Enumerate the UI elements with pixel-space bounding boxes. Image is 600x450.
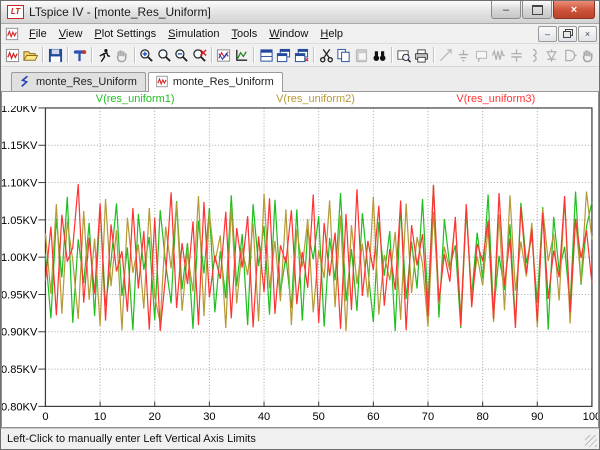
maximize-button[interactable]	[522, 1, 552, 19]
menu-file[interactable]: File	[23, 26, 53, 42]
tab-label: monte_Res_Uniform	[173, 76, 274, 88]
paste-icon	[353, 45, 371, 65]
close-button[interactable]: ×	[553, 1, 595, 19]
toolbar	[1, 44, 599, 67]
tab-bar: monte_Res_Uniform monte_Res_Uniform	[1, 67, 599, 92]
open-file-icon[interactable]	[22, 45, 40, 65]
svg-text:1.00KV: 1.00KV	[2, 252, 38, 264]
status-bar: Left-Click to manually enter Left Vertic…	[1, 428, 599, 449]
menu-view[interactable]: View	[53, 26, 89, 42]
legend-trace-2[interactable]: V(res_uniform2)	[225, 92, 405, 106]
svg-text:80: 80	[476, 411, 488, 423]
svg-text:1.10KV: 1.10KV	[2, 178, 38, 190]
zoom-area-icon[interactable]	[155, 45, 173, 65]
ltspice-window: LT LTspice IV - [monte_Res_Uniform] – × …	[0, 0, 600, 450]
copy-icon[interactable]	[335, 45, 353, 65]
maximize-icon	[532, 5, 543, 15]
print-preview-icon[interactable]	[395, 45, 413, 65]
legend-trace-3[interactable]: V(res_uniform3)	[406, 92, 586, 106]
wire-icon	[437, 45, 455, 65]
active-document-icon	[5, 27, 19, 41]
diode-icon	[543, 45, 561, 65]
svg-text:0: 0	[42, 411, 48, 423]
app-logo-icon: LT	[7, 5, 24, 19]
svg-text:20: 20	[149, 411, 161, 423]
menu-bar: File View Plot Settings Simulation Tools…	[1, 24, 599, 44]
zoom-full-extents-icon[interactable]	[191, 45, 209, 65]
waveform-pane: V(res_uniform1) V(res_uniform2) V(res_un…	[1, 92, 599, 428]
ground-icon	[455, 45, 473, 65]
toolbar-separator	[313, 47, 314, 63]
svg-text:1.15KV: 1.15KV	[2, 140, 38, 152]
capacitor-icon	[508, 45, 526, 65]
svg-text:0.90KV: 0.90KV	[2, 327, 38, 339]
child-close-button[interactable]: ×	[578, 26, 597, 42]
tab-waveform[interactable]: monte_Res_Uniform	[148, 72, 283, 92]
svg-text:90: 90	[531, 411, 543, 423]
component-icon	[561, 45, 579, 65]
save-icon[interactable]	[46, 45, 64, 65]
resistor-icon	[490, 45, 508, 65]
menu-simulation[interactable]: Simulation	[162, 26, 225, 42]
svg-text:60: 60	[367, 411, 379, 423]
toolbar-separator	[211, 47, 212, 63]
drag-icon	[578, 45, 596, 65]
tile-windows-icon[interactable]	[257, 45, 275, 65]
menu-help[interactable]: Help	[314, 26, 349, 42]
zoom-out-icon[interactable]	[173, 45, 191, 65]
control-panel-icon[interactable]	[71, 45, 89, 65]
schematic-icon	[18, 75, 32, 88]
legend-trace-1[interactable]: V(res_uniform1)	[45, 92, 225, 106]
plot-settings-icon[interactable]	[233, 45, 251, 65]
toolbar-separator	[253, 47, 254, 63]
toolbar-separator	[134, 47, 135, 63]
svg-text:70: 70	[422, 411, 434, 423]
svg-text:50: 50	[313, 411, 325, 423]
resize-grip-icon[interactable]	[585, 435, 597, 447]
svg-text:0.85KV: 0.85KV	[2, 364, 38, 376]
status-text: Left-Click to manually enter Left Vertic…	[7, 433, 256, 445]
menu-tools[interactable]: Tools	[226, 26, 264, 42]
toolbar-separator	[67, 47, 68, 63]
svg-text:40: 40	[258, 411, 270, 423]
cut-icon[interactable]	[317, 45, 335, 65]
label-net-icon	[472, 45, 490, 65]
svg-text:10: 10	[94, 411, 106, 423]
menu-window[interactable]: Window	[263, 26, 314, 42]
run-icon[interactable]	[95, 45, 113, 65]
cascade-windows-icon[interactable]	[275, 45, 293, 65]
svg-text:1.05KV: 1.05KV	[2, 215, 38, 227]
find-icon[interactable]	[370, 45, 388, 65]
waveform-plot[interactable]: 1.20KV 1.15KV 1.10KV 1.05KV 1.00KV 0.95KV 0.90…	[2, 106, 598, 427]
child-restore-button[interactable]	[558, 26, 577, 42]
inductor-icon	[525, 45, 543, 65]
new-window-icon[interactable]	[293, 45, 311, 65]
menu-plot-settings[interactable]: Plot Settings	[88, 26, 162, 42]
window-title: LTspice IV - [monte_Res_Uniform]	[29, 5, 490, 19]
svg-text:30: 30	[203, 411, 215, 423]
toolbar-separator	[42, 47, 43, 63]
svg-text:1.20KV: 1.20KV	[2, 106, 38, 115]
title-bar[interactable]: LT LTspice IV - [monte_Res_Uniform] – ×	[1, 1, 599, 24]
toolbar-separator	[391, 47, 392, 63]
halt-icon	[113, 45, 131, 65]
svg-text:0.80KV: 0.80KV	[2, 401, 38, 413]
autorange-y-axis-icon[interactable]	[215, 45, 233, 65]
new-schematic-icon[interactable]	[4, 45, 22, 65]
minimize-button[interactable]: –	[491, 1, 521, 19]
tab-label: monte_Res_Uniform	[36, 76, 137, 88]
toolbar-separator	[433, 47, 434, 63]
tab-schematic[interactable]: monte_Res_Uniform	[11, 72, 146, 91]
svg-text:100: 100	[583, 411, 598, 423]
svg-text:0.95KV: 0.95KV	[2, 290, 38, 302]
print-icon[interactable]	[412, 45, 430, 65]
child-minimize-button[interactable]: –	[538, 26, 557, 42]
plot-legend: V(res_uniform1) V(res_uniform2) V(res_un…	[45, 92, 586, 106]
zoom-in-icon[interactable]	[138, 45, 156, 65]
waveform-icon	[155, 75, 169, 88]
toolbar-separator	[91, 47, 92, 63]
